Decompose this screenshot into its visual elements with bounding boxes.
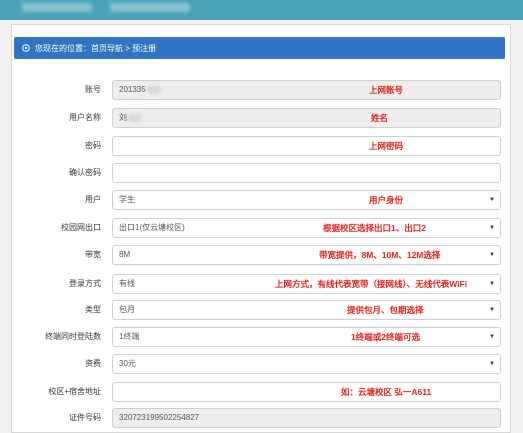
username-value: 刘 <box>119 113 127 122</box>
plan-type-value: 包月 <box>119 305 135 314</box>
plan-type-label: 类型 <box>85 305 101 314</box>
caret-down-icon: ▼ <box>489 307 495 313</box>
header-blurred-subtitle <box>110 3 190 12</box>
password-input[interactable] <box>112 136 501 156</box>
bandwidth-label: 带宽 <box>85 250 101 259</box>
password-note: 上网密码 <box>369 141 404 151</box>
top-header-bar <box>0 0 523 20</box>
user-type-select[interactable]: 学生 ▼ <box>112 190 501 210</box>
login-mode-note: 上网方式，有线代表宽带（接网线）、无线代表WiFi <box>275 279 468 289</box>
bandwidth-select[interactable]: 8M ▼ <box>112 245 501 265</box>
address-note: 如：云塘校区 弘一A611 <box>341 387 432 397</box>
login-mode-label: 登录方式 <box>69 279 101 288</box>
bandwidth-note: 带宽提供，8M、10M、12M选择 <box>319 250 441 260</box>
account-label: 账号 <box>85 85 101 94</box>
location-icon <box>22 44 30 52</box>
username-redaction <box>128 113 142 122</box>
terminals-value: 1终端 <box>119 332 140 341</box>
account-note: 上网账号 <box>369 85 404 95</box>
caret-down-icon: ▼ <box>489 361 495 367</box>
address-input[interactable] <box>112 382 501 402</box>
campus-exit-note: 根据校区选择出口1、出口2 <box>323 223 426 233</box>
campus-exit-value: 出口1(仅云塘校区) <box>119 223 185 232</box>
caret-down-icon: ▼ <box>489 252 495 258</box>
confirm-password-input[interactable] <box>112 163 501 183</box>
username-label: 用户名称 <box>69 113 101 122</box>
campus-exit-select[interactable]: 出口1(仅云塘校区) ▼ <box>112 218 501 238</box>
plan-type-note: 提供包月、包期选择 <box>347 305 424 315</box>
login-mode-value: 有线 <box>119 279 135 288</box>
campus-exit-label: 校园网出口 <box>61 223 101 232</box>
header-blurred-title <box>22 3 92 12</box>
address-label: 校区+宿舍地址 <box>48 387 101 396</box>
account-value: 201335 <box>119 85 146 94</box>
caret-down-icon: ▼ <box>489 281 495 287</box>
terminals-note: 1终端或2终端可选 <box>351 332 420 342</box>
caret-down-icon: ▼ <box>489 334 495 340</box>
plan-type-select[interactable]: 包月 ▼ <box>112 300 501 320</box>
fee-select[interactable]: 30元 ▼ <box>112 354 501 374</box>
username-note: 姓名 <box>371 113 389 123</box>
account-redaction <box>146 85 161 94</box>
breadcrumb-text: 您现在的位置：首页导航 > 预注册 <box>35 43 157 53</box>
fee-value: 30元 <box>119 359 136 368</box>
caret-down-icon: ▼ <box>489 197 495 203</box>
id-number-label: 证件号码 <box>69 413 101 422</box>
id-number-field: 320723199502254827 <box>112 408 501 428</box>
confirm-password-label: 确认密码 <box>69 168 101 177</box>
terminals-label: 终端同时登陆数 <box>45 332 101 341</box>
user-type-note: 用户身份 <box>369 195 404 205</box>
caret-down-icon: ▼ <box>489 225 495 231</box>
username-field: 刘 <box>112 108 501 128</box>
user-type-label: 用户 <box>85 195 101 204</box>
bandwidth-value: 8M <box>119 250 131 259</box>
fee-label: 资费 <box>85 359 101 368</box>
account-field: 201335 <box>112 80 501 100</box>
password-label: 密码 <box>85 141 101 150</box>
terminals-select[interactable]: 1终端 ▼ <box>112 327 501 347</box>
breadcrumb: 您现在的位置：首页导航 > 预注册 <box>14 37 505 59</box>
user-type-value: 学生 <box>119 195 135 204</box>
